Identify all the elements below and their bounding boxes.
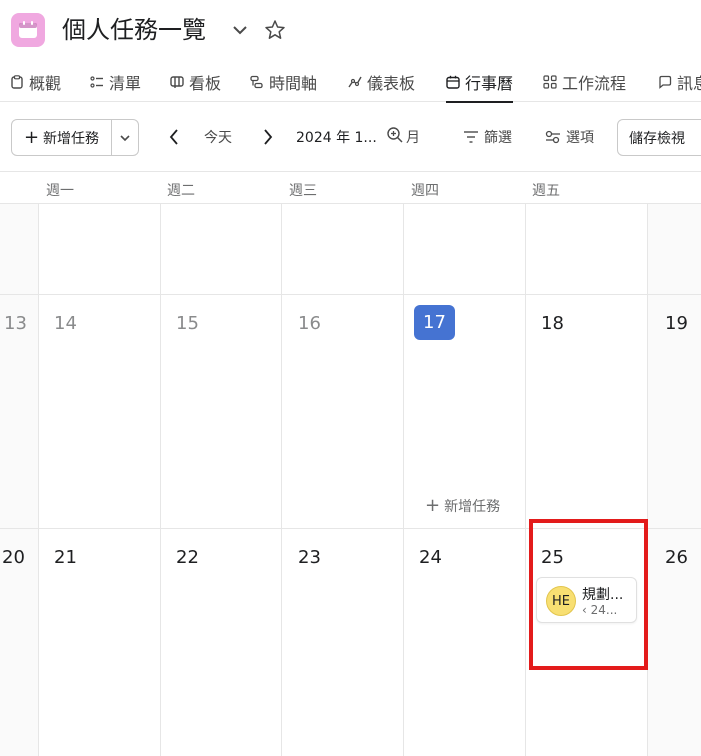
filter-button[interactable]: 篩選 (463, 127, 512, 147)
date-number: 13 (4, 313, 27, 334)
options-button[interactable]: 選項 (545, 127, 594, 147)
date-number: 15 (176, 313, 199, 334)
tab-label: 看板 (189, 74, 222, 93)
calendar-toolbar: + 新增任務 今天 2024 年 1... 月 篩選 選項 儲存檢視 (0, 102, 701, 172)
tab-list[interactable]: 清單 (90, 62, 141, 102)
board-icon (170, 76, 184, 88)
cell-add-task-button[interactable]: + 新增任務 (425, 496, 500, 516)
chevron-down-icon[interactable] (230, 20, 250, 40)
tab-label: 儀表板 (367, 74, 416, 93)
zoom-icon[interactable] (386, 126, 404, 144)
date-number: 22 (176, 547, 199, 568)
dashboard-icon (348, 76, 362, 88)
tab-label: 工作流程 (562, 74, 627, 93)
cell-add-task-label: 新增任務 (444, 499, 501, 515)
tab-label: 行事曆 (465, 74, 514, 93)
date-number: 20 (2, 547, 25, 568)
options-label: 選項 (566, 130, 594, 146)
clipboard-icon (11, 75, 23, 89)
add-task-button[interactable]: + 新增任務 (12, 120, 112, 155)
date-number: 16 (298, 313, 321, 334)
weekday-label: 週四 (411, 183, 439, 199)
tab-timeline[interactable]: 時間軸 (250, 62, 317, 102)
timeline-icon (250, 75, 263, 89)
list-icon (90, 76, 103, 88)
add-task-label: 新增任務 (43, 130, 100, 147)
view-mode-select[interactable]: 月 (406, 127, 420, 147)
tab-dashboard[interactable]: 儀表板 (348, 62, 415, 102)
tab-label: 清單 (109, 74, 142, 93)
add-task-dropdown[interactable] (112, 120, 138, 155)
options-icon (545, 130, 560, 144)
chevron-right-icon[interactable] (260, 127, 276, 147)
grid-line (160, 204, 161, 756)
add-task-button-group: + 新增任務 (11, 119, 139, 156)
project-header: 個人任務一覽 (0, 0, 701, 62)
tab-overview[interactable]: 概觀 (10, 62, 61, 102)
filter-label: 篩選 (484, 130, 512, 146)
date-number: 23 (298, 547, 321, 568)
tab-calendar[interactable]: 行事曆 (446, 62, 514, 103)
date-number: 19 (665, 313, 688, 334)
grid-line (647, 204, 648, 756)
filter-icon (464, 131, 478, 143)
plus-icon: + (425, 495, 441, 516)
date-number: 21 (54, 547, 77, 568)
grid-line (38, 204, 39, 756)
tab-workflow[interactable]: 工作流程 (543, 62, 626, 102)
today-date-badge[interactable]: 17 (414, 305, 455, 340)
date-number: 24 (419, 547, 442, 568)
highlight-box (529, 519, 648, 670)
view-tabs: 概觀 清單 看板 時間軸 儀表板 行事曆 工作流程 訊息 (0, 62, 701, 103)
page-title: 個人任務一覽 (62, 16, 206, 44)
tab-label: 時間軸 (269, 74, 318, 93)
weekday-label: 週五 (532, 183, 560, 199)
message-icon (659, 75, 672, 89)
tab-label: 概觀 (29, 74, 62, 93)
grid-line (281, 204, 282, 756)
weekday-header-row: 週一 週二 週三 週四 週五 (0, 172, 701, 204)
chevron-down-icon (120, 134, 130, 141)
tab-board[interactable]: 看板 (170, 62, 221, 102)
today-button[interactable]: 今天 (204, 127, 232, 147)
tab-messages[interactable]: 訊息 (658, 62, 701, 102)
tab-label: 訊息 (677, 74, 701, 93)
grid-line (403, 204, 404, 756)
grid-line (525, 204, 526, 756)
weekday-label: 週一 (46, 183, 74, 199)
chevron-left-icon[interactable] (166, 127, 182, 147)
date-number: 18 (541, 313, 564, 334)
calendar-icon (19, 21, 37, 38)
week-row (0, 295, 701, 529)
star-icon[interactable] (264, 19, 286, 41)
save-view-button[interactable]: 儲存檢視 (617, 119, 701, 156)
weekday-label: 週二 (167, 183, 195, 199)
date-number: 26 (665, 547, 688, 568)
week-row (0, 204, 701, 295)
date-number: 14 (54, 313, 77, 334)
calendar-icon (446, 75, 460, 89)
project-icon[interactable] (11, 13, 45, 47)
workflow-icon (543, 75, 557, 89)
date-range-label[interactable]: 2024 年 1... (296, 127, 377, 147)
plus-icon: + (23, 126, 40, 148)
weekday-label: 週三 (289, 183, 317, 199)
